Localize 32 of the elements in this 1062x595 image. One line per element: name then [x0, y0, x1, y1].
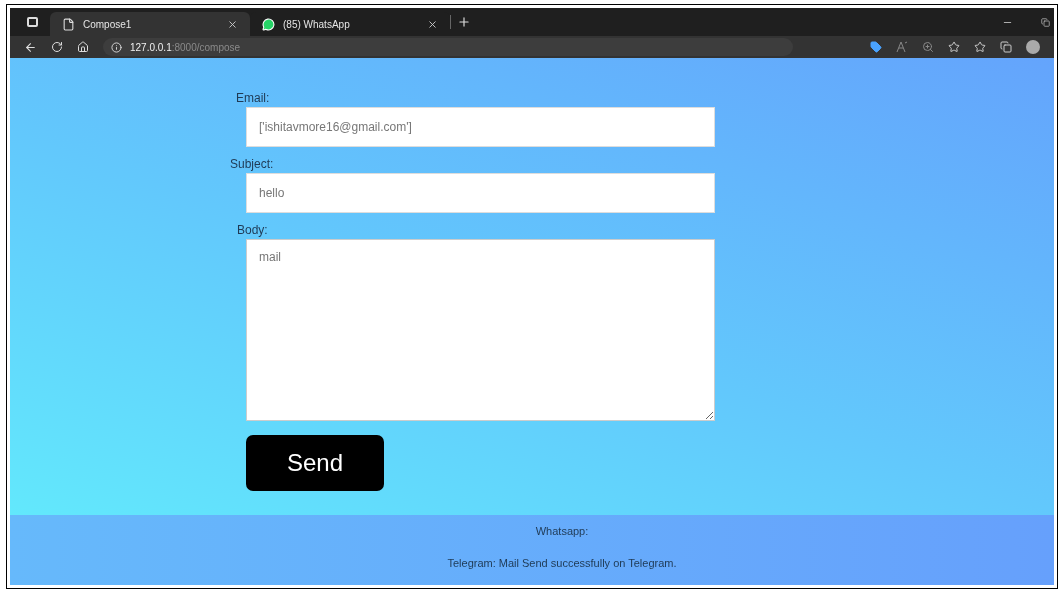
text-field[interactable]: ['ishitavmore16@gmail.com'] — [246, 107, 715, 147]
read-aloud-icon[interactable] — [896, 41, 908, 53]
field-label: Email: — [235, 91, 271, 107]
body-field[interactable]: mail — [246, 239, 715, 421]
new-tab-icon[interactable] — [457, 15, 471, 29]
favorites-icon[interactable] — [974, 41, 986, 53]
status-message: Whatsapp: — [535, 524, 589, 539]
tab-title: Compose1 — [83, 17, 133, 32]
maximize-icon[interactable] — [1041, 17, 1050, 27]
field-label: Subject: — [229, 157, 275, 173]
field-label: Body: — [236, 223, 269, 239]
url-text: 127.0.0.1:8000/compose — [130, 40, 241, 55]
browser-tab[interactable]: Compose1 — [50, 12, 250, 36]
close-icon[interactable] — [227, 18, 238, 30]
url-field[interactable]: 127.0.0.1:8000/compose — [103, 38, 793, 56]
tab-title: (85) WhatsApp — [283, 17, 351, 32]
text-field[interactable]: hello — [246, 173, 715, 213]
info-icon[interactable] — [111, 41, 122, 53]
page-icon — [62, 17, 75, 31]
close-icon[interactable] — [427, 18, 438, 30]
tag-icon[interactable] — [870, 41, 882, 53]
collections-icon[interactable] — [1000, 41, 1012, 53]
chat-bubble-icon — [262, 17, 275, 31]
profile-avatar[interactable] — [1026, 40, 1040, 54]
refresh-icon[interactable] — [51, 41, 63, 53]
send-button[interactable]: Send — [246, 435, 384, 491]
tab-actions-icon[interactable] — [26, 17, 38, 27]
home-icon[interactable] — [77, 41, 89, 53]
status-message: Telegram: Mail Send successfully on Telegram. — [447, 556, 677, 571]
back-icon[interactable] — [24, 40, 37, 54]
favorite-icon[interactable] — [948, 41, 960, 53]
zoom-icon[interactable] — [922, 41, 934, 53]
